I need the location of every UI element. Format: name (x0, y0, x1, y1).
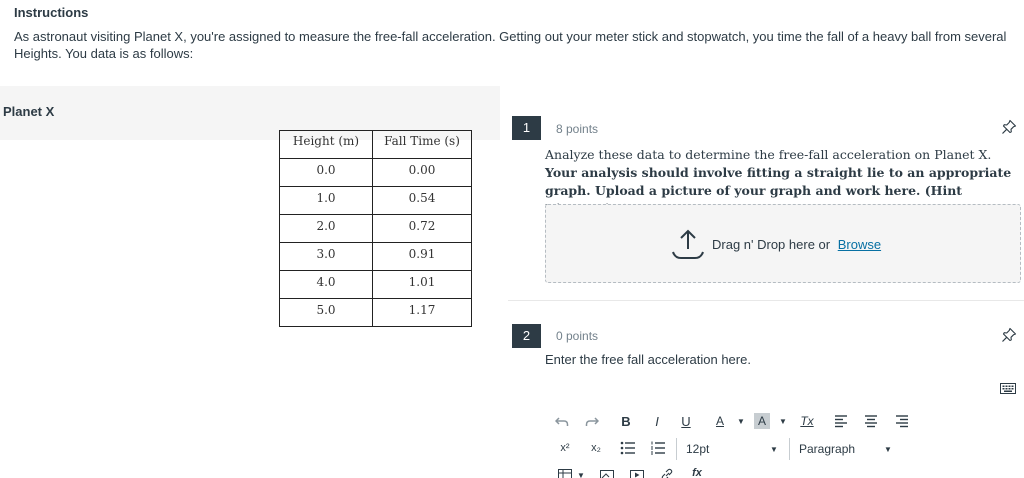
dropzone-text: Drag n' Drop here or (712, 237, 831, 252)
link-icon[interactable] (660, 468, 674, 478)
pin-icon[interactable] (1001, 327, 1017, 343)
chevron-down-icon[interactable]: ▼ (779, 417, 787, 426)
toolbar-separator (676, 438, 677, 460)
question-points-1: 8 points (556, 122, 599, 136)
dropzone-label: Drag n' Drop here or Browse (712, 237, 881, 252)
clear-formatting-button[interactable]: Tx (798, 412, 816, 430)
toolbar-separator (789, 438, 790, 460)
function-button[interactable]: fx (690, 466, 704, 478)
question-number-1: 1 (512, 116, 541, 140)
question-divider (508, 300, 1024, 301)
table-cell: 3.0 (279, 242, 373, 271)
pin-icon[interactable] (1001, 119, 1017, 135)
upload-icon (672, 229, 704, 259)
align-left-icon[interactable] (834, 414, 848, 428)
chevron-down-icon[interactable]: ▼ (770, 445, 778, 454)
table-cell: 0.54 (372, 186, 472, 215)
underline-button[interactable]: U (679, 412, 693, 430)
table-cell: 0.00 (372, 158, 472, 187)
question-number-2: 2 (512, 324, 541, 348)
italic-button[interactable]: I (650, 412, 664, 430)
table-cell: 1.01 (372, 270, 472, 299)
font-color-button[interactable]: A (713, 412, 727, 430)
font-size-select[interactable]: 12pt (686, 442, 709, 456)
chevron-down-icon[interactable]: ▼ (884, 445, 892, 454)
block-format-select[interactable]: Paragraph (799, 442, 855, 456)
table-cell: 1.17 (372, 298, 472, 327)
redo-icon[interactable] (585, 414, 599, 428)
table-cell: 1.0 (279, 186, 373, 215)
chevron-down-icon[interactable]: ▼ (577, 471, 585, 478)
table-header-row: Height (m) Fall Time (s) (279, 130, 472, 159)
keyboard-icon[interactable] (1000, 381, 1016, 395)
align-center-icon[interactable] (864, 414, 878, 428)
bold-button[interactable]: B (618, 412, 634, 430)
question-prompt-2: Enter the free fall acceleration here. (545, 352, 751, 367)
file-upload-dropzone[interactable]: Drag n' Drop here or Browse (545, 204, 1021, 283)
table-icon[interactable] (558, 469, 572, 478)
table-cell: 0.91 (372, 242, 472, 271)
table-row: 5.0 1.17 (279, 298, 472, 327)
table-row: 4.0 1.01 (279, 270, 472, 299)
image-icon[interactable] (600, 470, 614, 478)
table-row: 2.0 0.72 (279, 214, 472, 243)
undo-icon[interactable] (555, 414, 569, 428)
stimulus-title: Planet X (3, 104, 55, 119)
align-right-icon[interactable] (895, 414, 909, 428)
table-cell: 2.0 (279, 214, 373, 243)
table-row: 3.0 0.91 (279, 242, 472, 271)
column-header-height: Height (m) (279, 130, 373, 159)
background-color-button[interactable]: A (754, 413, 770, 429)
instructions-panel: Instructions As astronaut visiting Plane… (0, 0, 1024, 86)
numbered-list-icon[interactable] (650, 441, 666, 455)
chevron-down-icon[interactable]: ▼ (737, 417, 745, 426)
table-row: 1.0 0.54 (279, 186, 472, 215)
browse-link[interactable]: Browse (838, 237, 881, 252)
instructions-text: As astronaut visiting Planet X, you're a… (14, 29, 1007, 61)
table-cell: 5.0 (279, 298, 373, 327)
instructions-title: Instructions (14, 5, 89, 20)
table-cell: 4.0 (279, 270, 373, 299)
superscript-button[interactable]: x² (556, 440, 574, 456)
table-row: 0.0 0.00 (279, 158, 472, 187)
column-header-fall-time: Fall Time (s) (372, 130, 472, 159)
subscript-button[interactable]: x₂ (587, 440, 605, 456)
bulleted-list-icon[interactable] (620, 441, 636, 455)
table-cell: 0.72 (372, 214, 472, 243)
media-icon[interactable] (630, 470, 644, 478)
data-table: Height (m) Fall Time (s) 0.0 0.00 1.0 0.… (279, 130, 472, 327)
question-prompt-plain: Analyze these data to determine the free… (545, 147, 992, 162)
question-points-2: 0 points (556, 329, 599, 343)
table-cell: 0.0 (279, 158, 373, 187)
